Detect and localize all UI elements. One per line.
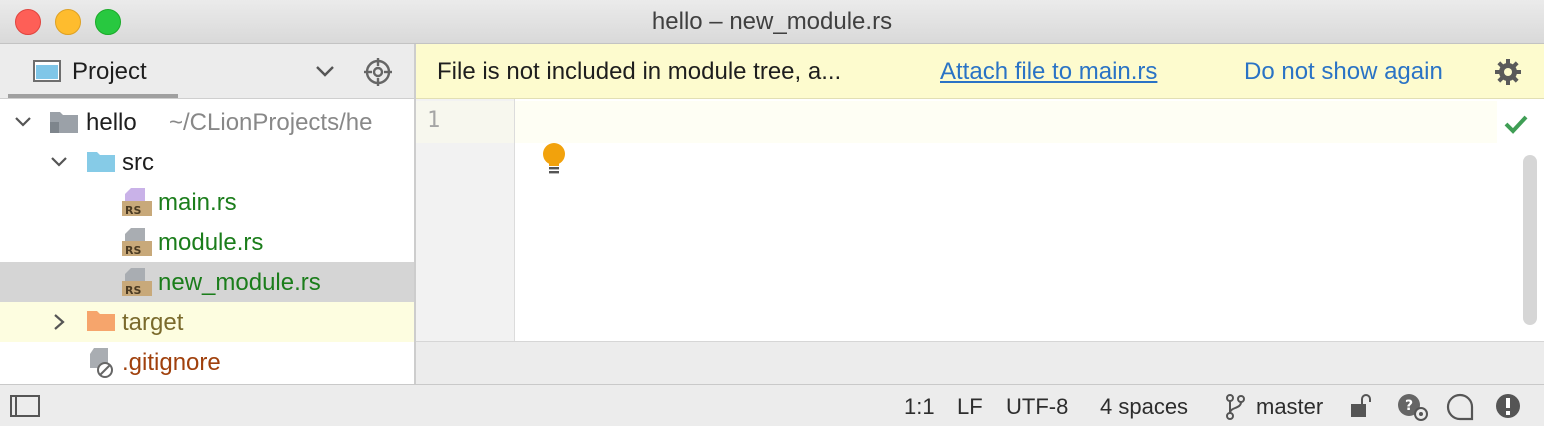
tree-item-label: main.rs xyxy=(158,189,237,216)
tree-item-new-module-rs[interactable]: RS new_module.rs xyxy=(0,262,414,302)
event-log-icon[interactable] xyxy=(1446,393,1474,421)
tree-item-label: new_module.rs xyxy=(158,269,321,296)
tree-item-label: module.rs xyxy=(158,229,264,256)
line-separator[interactable]: LF xyxy=(957,394,983,420)
inspection-settings-icon[interactable]: ? xyxy=(1395,392,1429,422)
tree-item-label: .gitignore xyxy=(122,349,221,376)
tree-item-label: target xyxy=(122,309,184,336)
editor-notification-banner: File is not included in module tree, a..… xyxy=(416,44,1544,99)
project-window-icon xyxy=(33,60,61,82)
editor-bottom-strip xyxy=(416,341,1544,384)
chevron-down-icon[interactable] xyxy=(314,62,336,80)
git-branch-name[interactable]: master xyxy=(1256,394,1323,420)
expand-arrow-icon[interactable] xyxy=(50,154,68,170)
caret-position[interactable]: 1:1 xyxy=(904,394,935,420)
window-title: hello – new_module.rs xyxy=(651,8,893,35)
git-branch-icon[interactable] xyxy=(1224,393,1246,421)
project-panel-header: Project xyxy=(0,44,414,99)
tree-item-src[interactable]: src xyxy=(0,142,414,182)
project-tab-underline xyxy=(8,94,178,98)
source-folder-icon xyxy=(87,152,115,172)
rust-file-icon: RS xyxy=(122,268,152,297)
file-encoding[interactable]: UTF-8 xyxy=(1006,394,1068,420)
title-bar: hello – new_module.rs xyxy=(0,0,1544,44)
excluded-folder-icon xyxy=(87,311,115,331)
rust-file-icon: RS xyxy=(122,188,152,217)
project-tab-label[interactable]: Project xyxy=(72,58,147,86)
ignore-file-icon xyxy=(90,348,113,378)
tree-item-module-rs[interactable]: RS module.rs xyxy=(0,222,414,262)
tree-item-gitignore[interactable]: .gitignore xyxy=(0,342,414,382)
tree-item-hello[interactable]: hello ~/CLionProjects/he xyxy=(0,102,414,142)
tree-item-label: hello xyxy=(86,109,137,136)
svg-text:RS: RS xyxy=(125,244,141,257)
vertical-scrollbar[interactable] xyxy=(1523,155,1537,325)
attach-file-link[interactable]: Attach file to main.rs xyxy=(940,58,1157,86)
lock-icon[interactable] xyxy=(1349,393,1373,419)
indent-setting[interactable]: 4 spaces xyxy=(1100,394,1188,420)
line-number: 1 xyxy=(427,108,441,133)
status-bar: 1:1 LF UTF-8 4 spaces master ? xyxy=(0,384,1544,426)
do-not-show-again-link[interactable]: Do not show again xyxy=(1244,58,1443,86)
expand-arrow-icon[interactable] xyxy=(14,114,32,130)
current-line-highlight xyxy=(515,101,1497,143)
tree-item-path: ~/CLionProjects/he xyxy=(169,109,373,136)
banner-message: File is not included in module tree, a..… xyxy=(437,58,842,85)
gear-icon[interactable] xyxy=(1494,58,1522,86)
svg-text:RS: RS xyxy=(125,204,141,217)
lightbulb-icon[interactable] xyxy=(541,142,567,176)
tree-item-label: src xyxy=(122,149,154,176)
tree-item-target[interactable]: target xyxy=(0,302,414,342)
project-tree: hello ~/CLionProjects/he src RS main.rs … xyxy=(0,99,414,384)
locate-target-icon[interactable] xyxy=(363,57,393,87)
problems-icon[interactable] xyxy=(1494,392,1522,420)
module-folder-icon xyxy=(50,112,78,133)
svg-text:RS: RS xyxy=(125,284,141,297)
editor-text-area[interactable] xyxy=(515,99,1544,341)
rust-file-icon: RS xyxy=(122,228,152,257)
checkmark-icon[interactable] xyxy=(1503,113,1529,135)
svg-text:?: ? xyxy=(1405,398,1413,414)
tree-item-main-rs[interactable]: RS main.rs xyxy=(0,182,414,222)
toggle-tool-windows-icon[interactable] xyxy=(10,395,40,417)
collapsed-arrow-icon[interactable] xyxy=(50,314,68,330)
editor-gutter: 1 xyxy=(416,99,515,341)
